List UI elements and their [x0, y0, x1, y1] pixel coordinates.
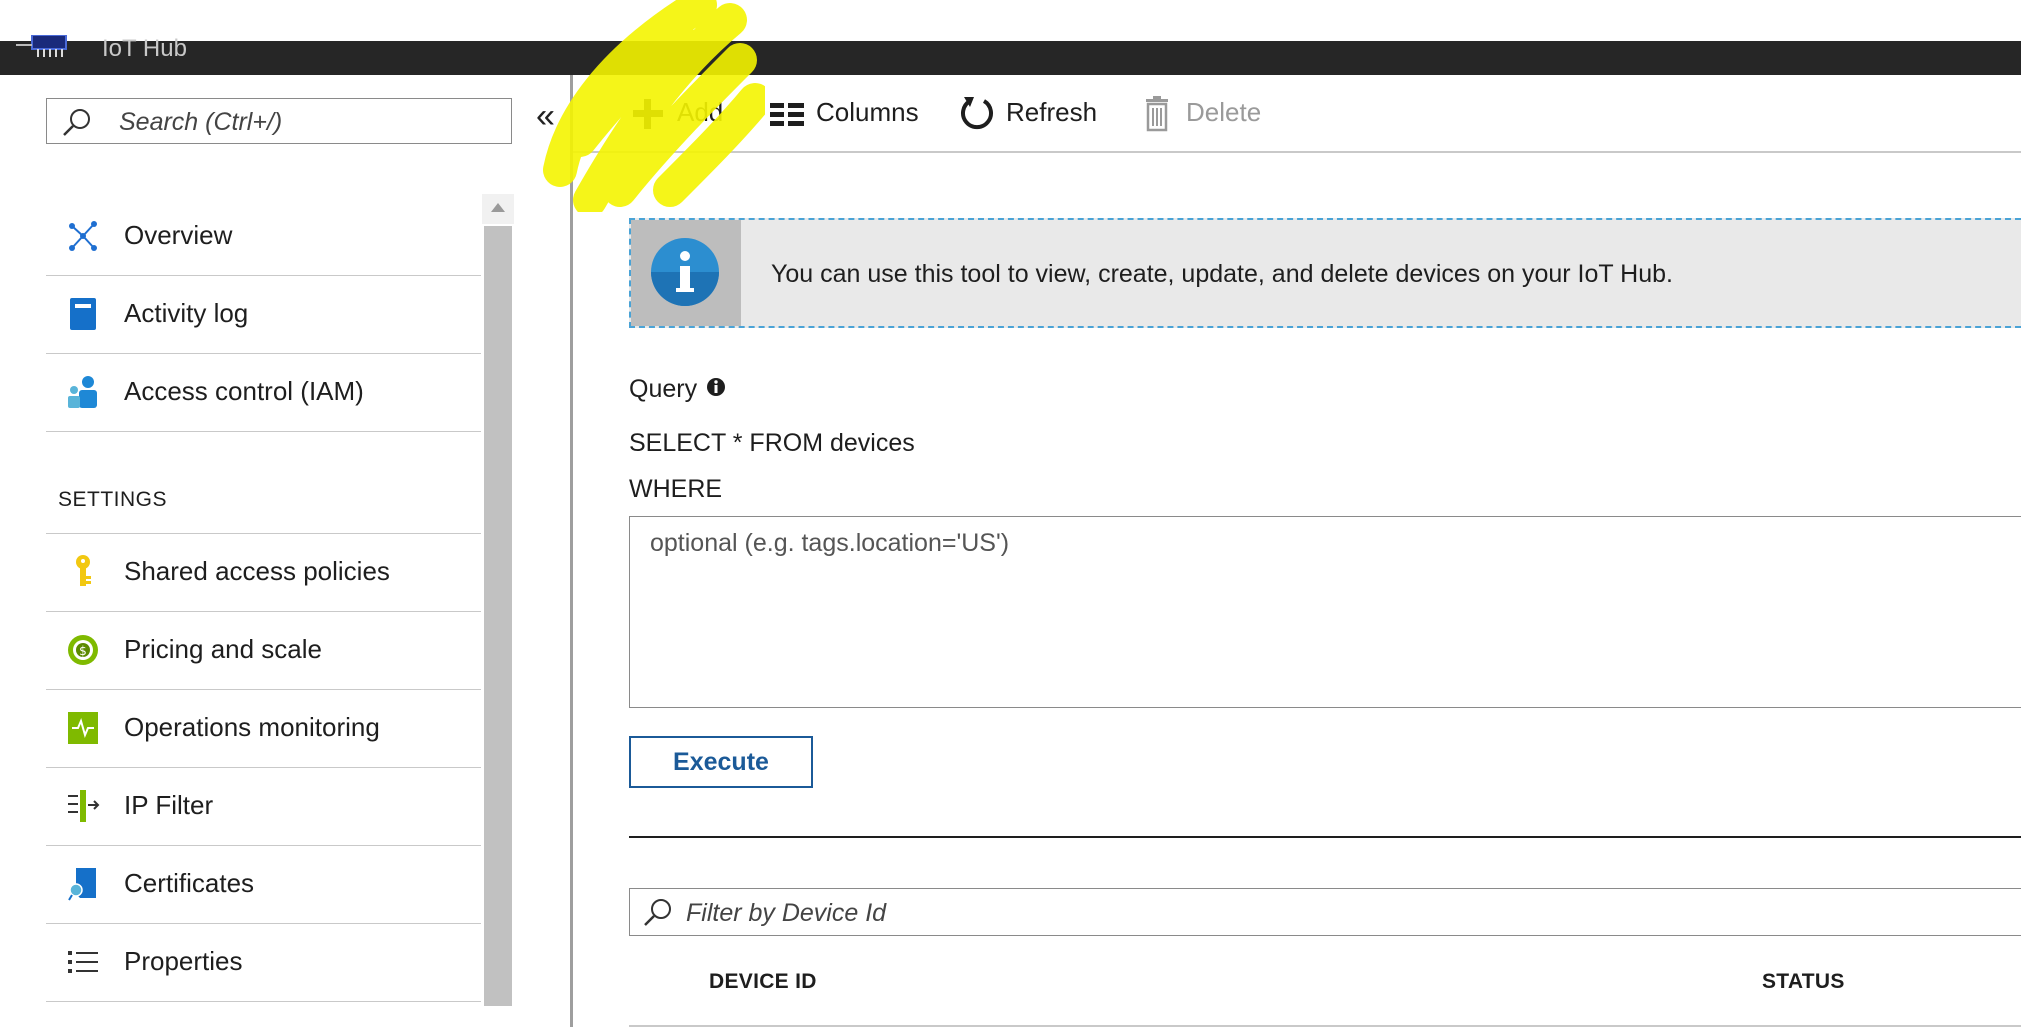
sidebar-item-activity-log[interactable]: Activity log: [46, 276, 481, 354]
collapse-sidebar-button[interactable]: «: [536, 96, 555, 136]
iot-hub-logo-icon: [16, 35, 67, 57]
select-clause: SELECT * FROM devices: [629, 429, 915, 457]
sidebar-item-properties[interactable]: Properties: [46, 924, 481, 1002]
section-title: SETTINGS: [58, 488, 168, 511]
sidebar-item-label: Pricing and scale: [124, 634, 322, 664]
columns-icon: [770, 103, 804, 126]
info-icon-box: [631, 220, 741, 326]
plus-icon: [633, 99, 663, 129]
sidebar-nav: Overview Activity log Access control (IA…: [46, 198, 481, 1002]
command-bar: Add Columns Refresh Delete: [573, 75, 2021, 153]
sidebar-item-label: IP Filter: [124, 790, 214, 820]
info-banner: You can use this tool to view, create, u…: [629, 218, 2021, 328]
ip-filter-icon: [68, 790, 100, 822]
refresh-icon: [961, 97, 993, 130]
scroll-up-arrow[interactable]: [482, 194, 514, 224]
query-label: Query: [629, 375, 698, 403]
sidebar-item-ip-filter[interactable]: IP Filter: [46, 768, 481, 846]
search-input[interactable]: [117, 105, 501, 139]
columns-label: Columns: [816, 97, 919, 127]
properties-icon: [68, 951, 98, 973]
sidebar-item-shared-access-policies[interactable]: Shared access policies: [46, 534, 481, 612]
add-label: Add: [677, 97, 724, 127]
columns-button[interactable]: Columns: [768, 93, 938, 133]
where-label: WHERE: [629, 475, 723, 503]
separator: [629, 836, 2021, 838]
certificate-icon: [68, 868, 96, 901]
refresh-button[interactable]: Refresh: [958, 93, 1118, 133]
panel-divider: [570, 75, 573, 1027]
column-header-status[interactable]: STATUS: [1762, 970, 1845, 994]
delete-label: Delete: [1186, 97, 1262, 127]
sidebar-item-label: Certificates: [124, 868, 255, 898]
pricing-icon: $: [68, 635, 98, 665]
sidebar-item-operations-monitoring[interactable]: Operations monitoring: [46, 690, 481, 768]
sidebar-item-label: Properties: [124, 946, 243, 976]
search-icon: [63, 109, 90, 136]
sidebar-item-certificates[interactable]: Certificates: [46, 846, 481, 924]
sidebar-item-label: Shared access policies: [124, 556, 390, 586]
where-field-container[interactable]: [629, 516, 2021, 708]
scroll-thumb[interactable]: [484, 226, 512, 1006]
query-info-icon[interactable]: [706, 377, 726, 397]
device-filter[interactable]: [629, 888, 2021, 936]
add-button[interactable]: Add: [629, 93, 749, 133]
sidebar-scrollbar[interactable]: [482, 194, 514, 1027]
key-icon: [76, 555, 91, 586]
filter-input[interactable]: [684, 896, 1588, 930]
sidebar-item-label: Activity log: [124, 298, 249, 328]
sidebar-item-label: Access control (IAM): [124, 376, 364, 406]
where-field[interactable]: [648, 527, 1992, 701]
trash-icon: [1146, 96, 1168, 132]
column-header-device-id[interactable]: DEVICE ID: [709, 970, 817, 994]
monitoring-icon: [68, 712, 98, 744]
info-text: You can use this tool to view, create, u…: [771, 260, 1673, 288]
access-control-icon: [68, 376, 97, 408]
svg-text:$: $: [79, 644, 87, 658]
refresh-label: Refresh: [1006, 97, 1098, 127]
sidebar-item-label: Overview: [124, 220, 233, 250]
settings-section-header: SETTINGS: [46, 432, 481, 534]
info-icon: [651, 238, 719, 306]
sidebar-item-label: Operations monitoring: [124, 712, 380, 742]
sidebar-search[interactable]: [46, 98, 512, 144]
sidebar-item-access-control[interactable]: Access control (IAM): [46, 354, 481, 432]
delete-button[interactable]: Delete: [1138, 93, 1278, 133]
overview-icon: [69, 221, 97, 251]
sidebar-item-pricing-and-scale[interactable]: $ Pricing and scale: [46, 612, 481, 690]
search-icon: [644, 899, 671, 926]
top-bar: IoT Hub: [0, 35, 2021, 75]
sidebar-item-overview[interactable]: Overview: [46, 198, 481, 276]
execute-button[interactable]: Execute: [629, 736, 813, 788]
activity-log-icon: [70, 298, 96, 330]
page-title: IoT Hub: [102, 35, 187, 62]
